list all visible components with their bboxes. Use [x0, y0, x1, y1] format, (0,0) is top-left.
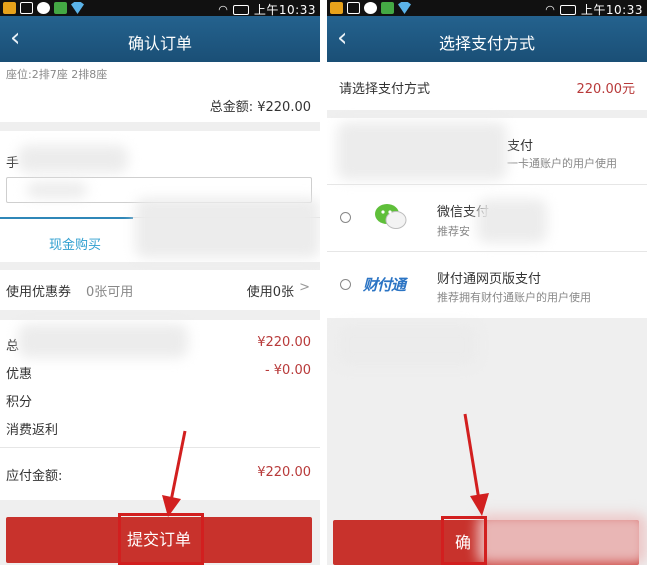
option-title: 支付: [507, 139, 534, 154]
confirm-order-screen: ◠ 上午10:33 ‹ 确认订单 座位:2排7座 2排8座 总金额: ¥220.…: [0, 0, 320, 565]
tab-indicator: [0, 217, 133, 219]
tenpay-logo-icon: 财付通: [363, 276, 406, 294]
payment-option-tenpay[interactable]: 财付通 财付通网页版支付 推荐拥有财付通账户的用户使用: [327, 252, 647, 318]
page-title: 选择支付方式: [438, 34, 535, 53]
points-label: 积分: [6, 395, 33, 410]
wechat-icon: [375, 204, 407, 229]
blurred-region: [135, 198, 320, 258]
app-notification-icon: [3, 2, 16, 14]
payment-option-card[interactable]: 支付 一卡通账户的用户使用: [327, 118, 647, 184]
blurred-region: [337, 122, 507, 180]
android-notification-icon: [381, 2, 394, 14]
seat-info: 座位:2排7座 2排8座: [6, 68, 108, 81]
blurred-region: [337, 325, 477, 365]
tab-cash-purchase[interactable]: 现金购买: [49, 234, 101, 253]
option-desc: 推荐安: [437, 225, 470, 238]
rebate-label: 消费返利: [6, 423, 59, 438]
payment-method-screen: ◠ 上午10:33 ‹ 选择支付方式 请选择支付方式 220.00元 支付 一卡…: [327, 0, 647, 565]
shield-notification-icon: [398, 2, 411, 14]
discount-label: 优惠: [6, 367, 33, 382]
battery-icon: [232, 4, 249, 15]
blurred-region: [18, 145, 128, 173]
discount-value: - ¥0.00: [264, 363, 311, 378]
chevron-right-icon: >: [299, 280, 310, 295]
status-bar: ◠ 上午10:33: [327, 0, 647, 17]
coupon-used: 使用0张: [246, 285, 294, 300]
option-title: 财付通网页版支付: [437, 272, 542, 287]
blurred-region: [477, 514, 647, 564]
subtotal-value: ¥220.00: [257, 335, 311, 350]
payment-prompt-row: 请选择支付方式 220.00元: [327, 62, 647, 110]
payment-options-list: 支付 一卡通账户的用户使用 微信支付 推荐安 财付通 财付通网页版支付 推荐拥有…: [327, 118, 647, 318]
paw-notification-icon: [364, 2, 377, 14]
annotation-arrow-icon: [162, 430, 187, 517]
payable-value: ¥220.00: [257, 465, 311, 480]
radio-button[interactable]: [340, 279, 351, 290]
image-notification-icon: [20, 2, 33, 14]
battery-icon: [559, 4, 576, 15]
order-summary-panel: 座位:2排7座 2排8座 总金额: ¥220.00: [0, 62, 320, 122]
payment-amount: 220.00元: [576, 82, 636, 97]
annotation-arrow-icon: [463, 413, 489, 516]
highlight-box: [441, 516, 487, 565]
title-bar: ‹ 确认订单: [0, 16, 320, 62]
page-title: 确认订单: [127, 34, 192, 53]
title-bar: ‹ 选择支付方式: [327, 16, 647, 62]
radio-button[interactable]: [340, 212, 351, 223]
blurred-region: [18, 324, 188, 358]
option-desc: 一卡通账户的用户使用: [507, 157, 617, 170]
wifi-icon: ◠: [218, 3, 228, 16]
status-bar: ◠ 上午10:33: [0, 0, 320, 17]
option-desc: 推荐拥有财付通账户的用户使用: [437, 291, 591, 304]
payment-option-wechat[interactable]: 微信支付 推荐安: [327, 185, 647, 251]
coupon-row[interactable]: 使用优惠券 0张可用 使用0张 >: [0, 270, 320, 310]
shield-notification-icon: [71, 2, 84, 14]
android-notification-icon: [54, 2, 67, 14]
app-notification-icon: [330, 2, 343, 14]
highlight-box: [118, 513, 204, 565]
blurred-region: [27, 182, 87, 198]
total-amount: 总金额: ¥220.00: [209, 100, 311, 115]
payment-prompt: 请选择支付方式: [339, 82, 431, 97]
blurred-region: [477, 199, 547, 243]
payable-label: 应付金额:: [6, 469, 63, 484]
wifi-icon: ◠: [545, 3, 555, 16]
coupon-label: 使用优惠券: [6, 285, 72, 300]
paw-notification-icon: [37, 2, 50, 14]
coupon-available: 0张可用: [86, 285, 134, 300]
image-notification-icon: [347, 2, 360, 14]
